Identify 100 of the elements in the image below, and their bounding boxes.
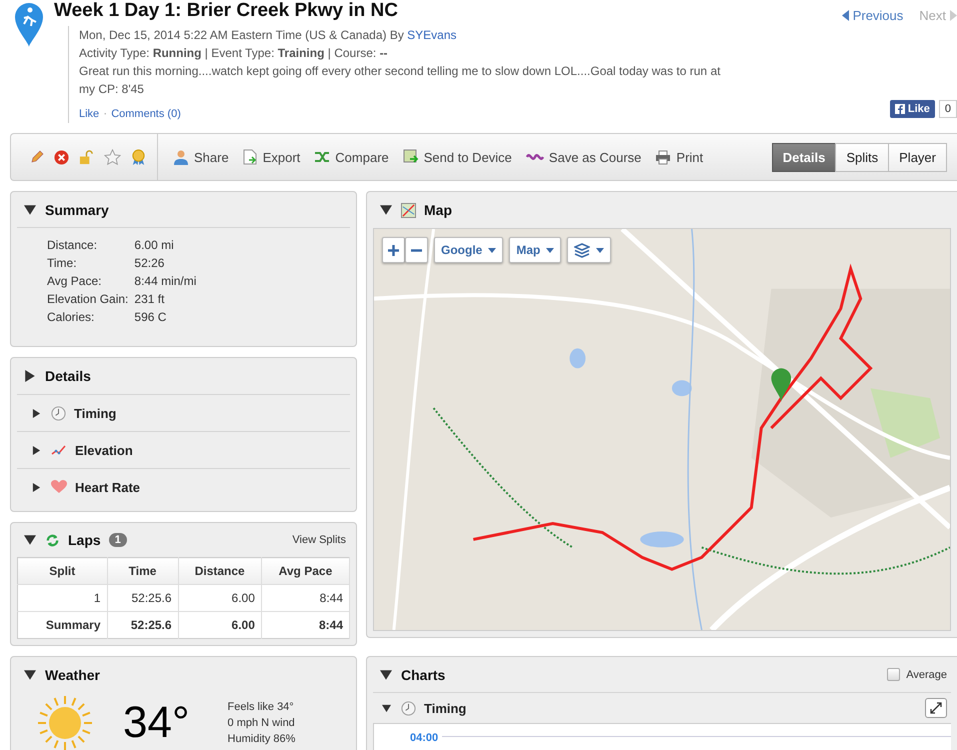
activity-date: Mon, Dec 15, 2014 5:22 AM Eastern Time (US & Canada) By — [79, 28, 404, 42]
average-checkbox[interactable] — [887, 668, 900, 681]
toggle-button[interactable] — [23, 202, 37, 216]
collapse-triangle-icon — [380, 668, 392, 680]
view-tab[interactable]: Splits — [835, 142, 890, 172]
expand-button[interactable] — [925, 698, 947, 718]
stat-value: 8:44 min/mi — [134, 274, 198, 288]
zoom-in-button[interactable] — [382, 237, 405, 263]
collapse-triangle-icon — [380, 204, 392, 216]
facebook-like-button[interactable]: Like — [890, 100, 935, 118]
panel-title: Laps — [68, 532, 101, 548]
map-icon — [401, 202, 416, 218]
stat-label: Distance: — [47, 238, 98, 252]
table-cell: 6.00 — [178, 584, 262, 612]
section-title: Timing — [74, 406, 116, 420]
expand-arrows-icon — [930, 702, 942, 714]
map-type-dropdown[interactable]: Map — [509, 237, 562, 263]
activity-type-line: Activity Type: Running | Event Type: Training | Course: -- — [79, 46, 388, 60]
stat-value: 6.00 mi — [134, 238, 175, 252]
panel-title: Map — [424, 202, 452, 218]
toggle-button[interactable] — [379, 203, 393, 217]
lap-count-badge: 1 — [108, 533, 127, 547]
toolbar-action[interactable]: Send to Device — [396, 149, 519, 165]
weather-detail: Humidity 86% — [228, 732, 296, 747]
toggle-button[interactable] — [23, 533, 37, 547]
column-header: Avg Pace — [261, 558, 350, 584]
section-title: Heart Rate — [75, 480, 140, 494]
padlock-icon — [79, 150, 94, 164]
collapse-triangle-icon — [24, 534, 36, 546]
view-tab[interactable]: Details — [772, 142, 836, 172]
panel-title: Weather — [45, 667, 100, 683]
clock-icon — [51, 406, 66, 420]
stat-label: Avg Pace: — [47, 274, 102, 288]
map-provider-dropdown[interactable]: Google — [434, 237, 504, 263]
author-link[interactable]: SYEvans — [407, 28, 457, 42]
award-ribbon-icon — [131, 148, 146, 166]
star-icon — [104, 148, 121, 166]
clock-icon — [401, 700, 416, 716]
stat-label: Time: — [47, 256, 78, 270]
section-title: Timing — [424, 700, 466, 716]
column-header: Distance — [178, 558, 262, 584]
previous-link[interactable]: Previous — [842, 8, 904, 23]
comments-link[interactable]: Comments (0) — [111, 108, 181, 120]
collapse-triangle-icon — [24, 669, 36, 681]
crossed-arrows-icon — [314, 150, 330, 164]
table-cell: 8:44 — [261, 612, 350, 638]
table-cell: 8:44 — [261, 584, 350, 612]
checkbox-label: Average — [906, 668, 947, 680]
refresh-arrows-icon — [45, 532, 60, 548]
expand-triangle-icon — [32, 408, 40, 418]
right-arrow-icon — [950, 10, 957, 21]
toggle-button[interactable] — [379, 668, 393, 682]
stat-label: Calories: — [47, 310, 96, 324]
axis-label: 04:00 — [410, 732, 438, 744]
person-icon — [173, 149, 189, 165]
toolbar-action[interactable]: Compare — [307, 150, 396, 164]
column-header: Time — [107, 558, 178, 584]
weather-detail: Feels like 34° — [228, 700, 295, 715]
caret-icon — [488, 248, 496, 252]
table-cell: 52:25.6 — [107, 612, 178, 638]
temperature: 34° — [123, 701, 190, 745]
heart-icon — [51, 480, 67, 494]
view-tab[interactable]: Player — [888, 142, 947, 172]
stat-label: Elevation Gain: — [47, 292, 128, 306]
caret-icon — [546, 248, 554, 252]
table-cell: 1 — [18, 584, 108, 612]
caret-icon — [596, 248, 604, 252]
toggle-button[interactable] — [23, 668, 37, 682]
section-title: Elevation — [75, 442, 133, 458]
facebook-icon — [894, 104, 905, 114]
layers-icon — [574, 242, 590, 258]
toolbar-action[interactable]: Export — [236, 149, 308, 165]
zoom-out-button[interactable] — [405, 237, 428, 263]
like-link[interactable]: Like — [79, 108, 100, 120]
layers-dropdown[interactable] — [567, 237, 612, 263]
table-cell: Summary — [18, 612, 108, 638]
toggle-button[interactable] — [23, 369, 37, 383]
panel-title: Details — [45, 368, 91, 384]
sun-icon — [37, 695, 93, 750]
activity-title: Week 1 Day 1: Brier Creek Pkwy in NC — [54, 0, 399, 22]
weather-detail: 0 mph N wind — [228, 716, 296, 731]
delete-icon — [54, 150, 69, 164]
pencil-icon — [30, 150, 44, 164]
squiggle-icon — [526, 151, 544, 163]
toolbar-action[interactable]: Save as Course — [518, 150, 648, 164]
separator-dot: · — [103, 106, 108, 120]
toolbar-action[interactable]: Print — [648, 150, 710, 164]
expand-triangle-icon — [32, 482, 40, 492]
left-arrow-icon — [842, 10, 849, 21]
table-cell: 52:25.6 — [107, 584, 178, 612]
collapse-triangle-icon — [24, 204, 36, 216]
stat-value: 596 C — [134, 310, 168, 324]
panel-title: Charts — [401, 666, 446, 682]
line-graph-icon — [51, 444, 67, 456]
document-arrow-icon — [242, 149, 258, 165]
toolbar-action[interactable]: Share — [166, 149, 236, 165]
view-splits-link[interactable]: View Splits — [292, 534, 346, 546]
collapse-triangle-icon — [382, 704, 390, 712]
printer-icon — [655, 150, 672, 164]
table-cell: 6.00 — [178, 612, 262, 638]
